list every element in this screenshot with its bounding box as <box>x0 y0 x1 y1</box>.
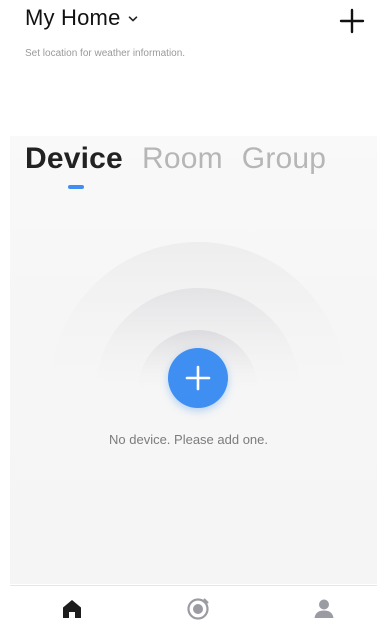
plus-icon <box>185 365 211 391</box>
weather-location-hint[interactable]: Set location for weather information. <box>25 48 185 59</box>
tab-room[interactable]: Room <box>142 142 223 176</box>
home-screen: My Home Set location for weather informa… <box>0 0 377 625</box>
active-tab-indicator <box>68 185 84 189</box>
tab-group[interactable]: Group <box>242 142 326 176</box>
tab-device[interactable]: Device <box>25 142 123 176</box>
plus-icon[interactable] <box>339 8 365 34</box>
home-selector[interactable]: My Home <box>25 5 139 31</box>
add-device-button[interactable] <box>168 348 228 408</box>
home-title: My Home <box>25 5 121 30</box>
header: My Home Set location for weather informa… <box>0 0 377 70</box>
smart-scene-icon[interactable] <box>185 596 211 622</box>
home-icon[interactable] <box>59 596 85 622</box>
tab-bar: Device Room Group <box>25 142 345 176</box>
profile-icon[interactable] <box>311 596 337 622</box>
chevron-down-icon <box>128 16 137 22</box>
bottom-nav <box>10 585 377 625</box>
empty-state-message: No device. Please add one. <box>109 432 268 447</box>
